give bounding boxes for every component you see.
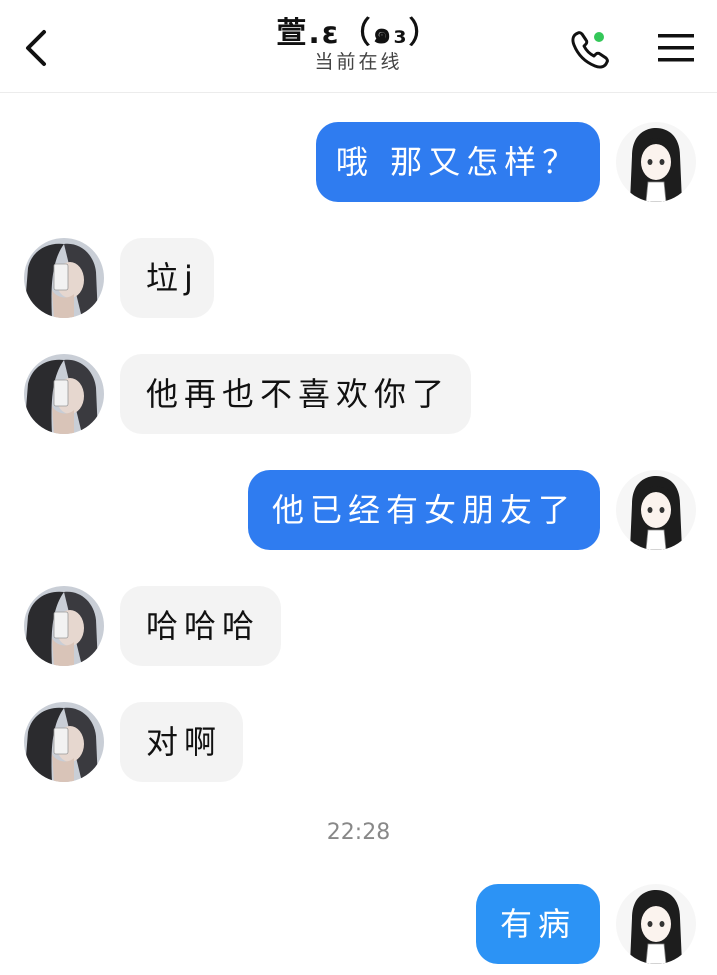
selfie-girl-avatar-icon: [24, 354, 104, 434]
menu-icon[interactable]: [656, 32, 696, 64]
message-bubble-sent[interactable]: 有病: [476, 884, 600, 964]
message-bubble-sent[interactable]: 哦 那又怎样？: [316, 122, 600, 202]
phone-call-icon[interactable]: [568, 28, 612, 72]
anime-girl-avatar-icon: [616, 122, 696, 202]
contact-avatar[interactable]: [24, 702, 104, 782]
message-bubble-sent[interactable]: 他已经有女朋友了: [248, 470, 600, 550]
contact-avatar[interactable]: [24, 354, 104, 434]
anime-girl-avatar-icon: [616, 884, 696, 964]
selfie-girl-avatar-icon: [24, 238, 104, 318]
message-bubble-received[interactable]: 垃j: [120, 238, 214, 318]
contact-avatar[interactable]: [24, 238, 104, 318]
online-dot-icon: [594, 32, 604, 42]
selfie-girl-avatar-icon: [24, 702, 104, 782]
contact-name: 萱.ɛ（๑₃）: [276, 16, 441, 51]
message-bubble-received[interactable]: 他再也不喜欢你了: [120, 354, 471, 434]
message-bubble-received[interactable]: 对啊: [120, 702, 243, 782]
selfie-girl-avatar-icon: [24, 586, 104, 666]
my-avatar[interactable]: [616, 122, 696, 202]
contact-avatar[interactable]: [24, 586, 104, 666]
anime-girl-avatar-icon: [616, 470, 696, 550]
contact-info[interactable]: 萱.ɛ（๑₃） 当前在线: [200, 16, 517, 74]
message-bubble-received[interactable]: 哈哈哈: [120, 586, 281, 666]
my-avatar[interactable]: [616, 884, 696, 964]
my-avatar[interactable]: [616, 470, 696, 550]
online-status: 当前在线: [314, 51, 403, 73]
message-timestamp: 22:28: [326, 820, 391, 845]
chat-header: 萱.ɛ（๑₃） 当前在线: [0, 0, 717, 93]
back-arrow-icon[interactable]: [20, 26, 52, 70]
